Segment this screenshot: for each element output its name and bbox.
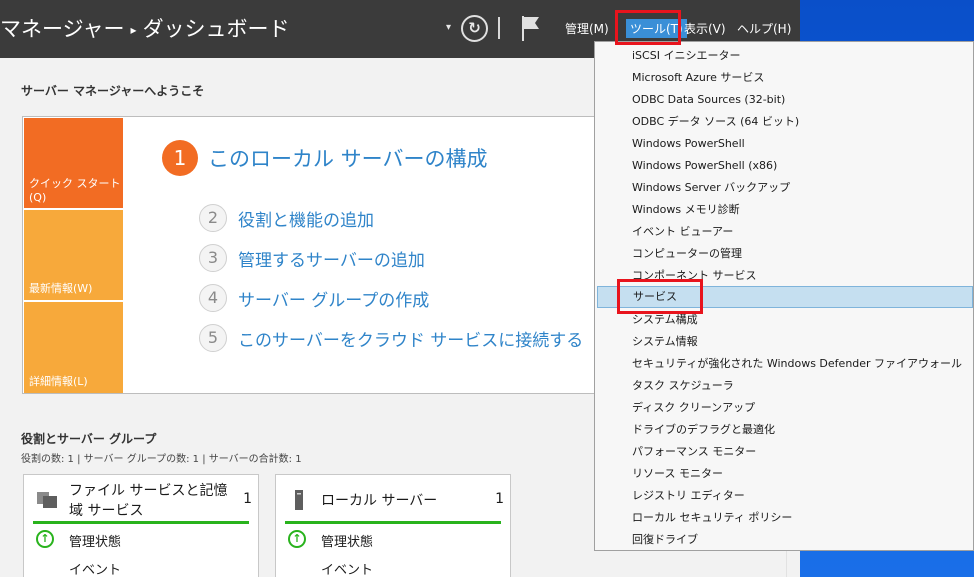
- step-4-link[interactable]: サーバー グループの作成: [238, 286, 429, 311]
- tile-news-label: 最新情報(W): [29, 282, 93, 295]
- card-events-link[interactable]: イベント: [321, 559, 373, 577]
- menu-item-recovery-drive[interactable]: 回復ドライブ: [595, 529, 973, 551]
- menu-item-computer-management[interactable]: コンピューターの管理: [595, 243, 973, 265]
- breadcrumb-separator: ▸: [130, 23, 137, 37]
- step-2-link[interactable]: 役割と機能の追加: [238, 206, 374, 231]
- flag-icon[interactable]: [520, 14, 542, 42]
- menu-item-performance-monitor[interactable]: パフォーマンス モニター: [595, 441, 973, 463]
- highlight-tools-menu: [615, 10, 681, 45]
- tile-quick-start-label: クイック スタート(Q): [29, 177, 121, 204]
- card-file-services-title[interactable]: ファイル サービスと記憶域 サービス: [69, 481, 229, 521]
- toolbar-divider: [498, 17, 500, 39]
- card-local-server[interactable]: ローカル サーバー 1 ↑ 管理状態 イベント: [275, 474, 511, 577]
- menu-manage[interactable]: 管理(M): [565, 20, 609, 37]
- menu-item-disk-cleanup[interactable]: ディスク クリーンアップ: [595, 397, 973, 419]
- menu-item-memory-diagnostic[interactable]: Windows メモリ診断: [595, 199, 973, 221]
- card-manageability-link[interactable]: 管理状態: [321, 531, 373, 550]
- menu-item-server-backup[interactable]: Windows Server バックアップ: [595, 177, 973, 199]
- highlight-services-item: [617, 279, 703, 314]
- card-manageability-link[interactable]: 管理状態: [69, 531, 121, 550]
- step-5-link[interactable]: このサーバーをクラウド サービスに接続する: [238, 326, 583, 351]
- menu-item-iscsi[interactable]: iSCSI イニシエーター: [595, 45, 973, 67]
- welcome-title: サーバー マネージャーへようこそ: [21, 84, 205, 98]
- step-2-number: 2: [199, 204, 227, 232]
- step-1-link[interactable]: このローカル サーバーの構成: [208, 143, 487, 173]
- roles-title: 役割とサーバー グループ: [21, 432, 157, 446]
- server-icon: [288, 489, 310, 516]
- breadcrumb-dashboard[interactable]: ダッシュボード: [143, 17, 290, 41]
- menu-item-event-viewer[interactable]: イベント ビューアー: [595, 221, 973, 243]
- menu-item-powershell-x86[interactable]: Windows PowerShell (x86): [595, 155, 973, 177]
- card-status-bar: [33, 521, 249, 524]
- breadcrumb: マネージャー ▸ ダッシュボード: [0, 13, 290, 43]
- menu-item-defender-firewall[interactable]: セキュリティが強化された Windows Defender ファイアウォール: [595, 353, 973, 375]
- menu-item-odbc-64[interactable]: ODBC データ ソース (64 ビット): [595, 111, 973, 133]
- menu-item-defrag[interactable]: ドライブのデフラグと最適化: [595, 419, 973, 441]
- menu-item-system-information[interactable]: システム情報: [595, 331, 973, 353]
- tile-details[interactable]: 詳細情報(L): [24, 302, 123, 393]
- step-3-number: 3: [199, 244, 227, 272]
- step-5-number: 5: [199, 324, 227, 352]
- breadcrumb-app[interactable]: マネージャー: [0, 17, 125, 41]
- menu-item-powershell[interactable]: Windows PowerShell: [595, 133, 973, 155]
- refresh-icon[interactable]: ↻: [461, 15, 488, 42]
- file-services-icon: [36, 489, 58, 514]
- dropdown-caret-icon[interactable]: ▾: [446, 22, 451, 33]
- menu-view[interactable]: 表示(V): [684, 20, 726, 37]
- tile-quick-start[interactable]: クイック スタート(Q): [24, 118, 123, 208]
- card-local-server-count: 1: [495, 491, 504, 507]
- card-file-services[interactable]: ファイル サービスと記憶域 サービス 1 ↑ 管理状態 イベント: [23, 474, 259, 577]
- menu-item-azure[interactable]: Microsoft Azure サービス: [595, 67, 973, 89]
- tile-news[interactable]: 最新情報(W): [24, 210, 123, 300]
- step-4-number: 4: [199, 284, 227, 312]
- card-local-server-title[interactable]: ローカル サーバー: [321, 491, 481, 511]
- menu-item-local-security-policy[interactable]: ローカル セキュリティ ポリシー: [595, 507, 973, 529]
- status-up-icon: ↑: [36, 530, 54, 548]
- menu-item-task-scheduler[interactable]: タスク スケジューラ: [595, 375, 973, 397]
- card-events-link[interactable]: イベント: [69, 559, 121, 577]
- status-up-icon: ↑: [288, 530, 306, 548]
- card-file-services-count: 1: [243, 491, 252, 507]
- menu-item-resource-monitor[interactable]: リソース モニター: [595, 463, 973, 485]
- card-status-bar: [285, 521, 501, 524]
- tile-details-label: 詳細情報(L): [29, 375, 88, 388]
- roles-counts: 役割の数: 1 | サーバー グループの数: 1 | サーバーの合計数: 1: [21, 454, 302, 465]
- menu-help[interactable]: ヘルプ(H): [737, 20, 791, 37]
- step-3-link[interactable]: 管理するサーバーの追加: [238, 246, 425, 271]
- menu-item-odbc-32[interactable]: ODBC Data Sources (32-bit): [595, 89, 973, 111]
- menu-item-registry-editor[interactable]: レジストリ エディター: [595, 485, 973, 507]
- step-1-number: 1: [162, 140, 198, 176]
